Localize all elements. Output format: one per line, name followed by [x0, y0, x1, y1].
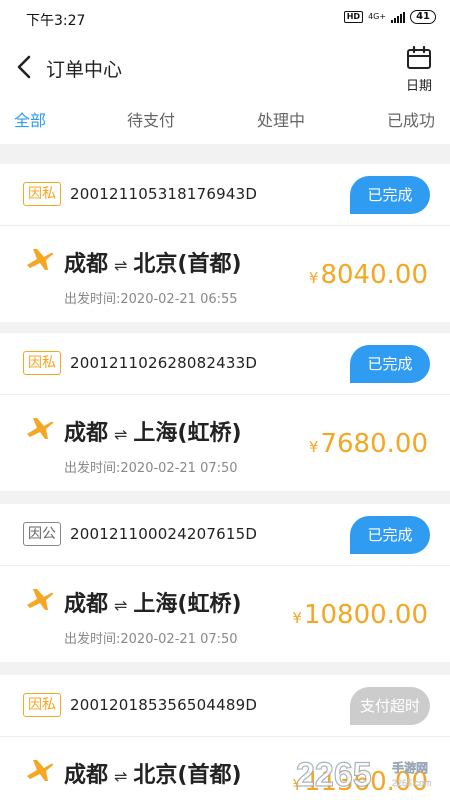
order-price: ¥7680.00 [308, 429, 428, 459]
round-trip-icon: ⇌ [114, 596, 128, 615]
status-bar: 下午3:27 HD 4G+ 41 [0, 0, 450, 38]
flight-route: 成都 ⇌ 北京(首都) [64, 246, 242, 278]
date-filter-button[interactable]: 日期 [402, 45, 436, 94]
airplane-icon [27, 418, 54, 439]
airplane-icon [27, 249, 54, 270]
order-number: 20012110002420761​5D [70, 525, 258, 543]
order-tabs: 全部 待支付 处理中 已成功 [0, 98, 450, 144]
signal-icon [391, 11, 406, 23]
order-number: 20012018535650448​9D [70, 696, 258, 714]
arrival-city: 北京(首都) [133, 763, 242, 788]
flight-route: 成都 ⇌ 北京(首都) [64, 757, 242, 789]
order-card-header: 因私 20012018535650448​9D 支付超时 [0, 675, 450, 737]
status-badge: 已完成 [350, 516, 430, 554]
app-header: 订单中心 日期 [0, 38, 450, 98]
departure-time: 出发时间:2020-02-21 07:50 [64, 632, 238, 647]
battery-icon: 41 [410, 10, 436, 24]
status-badge: 支付超时 [350, 687, 430, 725]
status-time: 下午3:27 [26, 13, 86, 29]
flight-route: 成都 ⇌ 上海(虹桥) [64, 586, 242, 618]
status-icons: HD 4G+ 41 [343, 10, 436, 24]
departure-city: 成都 [64, 592, 109, 617]
calendar-icon [407, 45, 431, 69]
arrival-city: 上海(虹桥) [133, 421, 242, 446]
departure-city: 成都 [64, 421, 109, 446]
tab-all[interactable]: 全部 [14, 107, 46, 131]
order-card-header: 因公 20012110002420761​5D 已完成 [0, 504, 450, 566]
arrival-city: 上海(虹桥) [133, 592, 242, 617]
order-price: ¥10800.00 [292, 600, 428, 630]
tab-pending-payment[interactable]: 待支付 [127, 107, 175, 131]
status-badge: 已完成 [350, 345, 430, 383]
departure-city: 成都 [64, 252, 109, 277]
back-button[interactable] [10, 52, 40, 82]
order-card[interactable]: 因私 20012110531817694​3D 已完成 成都 ⇌ 北京(首都) 出发… [0, 164, 450, 322]
airplane-icon [27, 589, 54, 610]
trip-type-tag: 因私 [23, 182, 61, 206]
trip-type-tag: 因私 [23, 351, 61, 375]
network-type: 4G+ [368, 12, 387, 21]
order-card[interactable]: 因公 20012110002420761​5D 已完成 成都 ⇌ 上海(虹桥) 出发… [0, 504, 450, 662]
round-trip-icon: ⇌ [114, 425, 128, 444]
departure-time: 出发时间:2020-02-21 07:50 [64, 461, 238, 476]
trip-type-tag: 因私 [23, 693, 61, 717]
departure-city: 成都 [64, 763, 109, 788]
order-number: 20012110531817694​3D [70, 185, 258, 203]
tab-succeeded[interactable]: 已成功 [387, 107, 435, 131]
order-card-body: 成都 ⇌ 上海(虹桥) 出发时间:2020-02-21 07:50 ¥7680.00 [0, 395, 450, 491]
order-price: ¥8040.00 [308, 260, 428, 290]
order-card-body: 成都 ⇌ 上海(虹桥) 出发时间:2020-02-21 07:50 ¥10800.0… [0, 566, 450, 662]
arrival-city: 北京(首都) [133, 252, 242, 277]
tab-processing[interactable]: 处理中 [257, 107, 305, 131]
hd-icon: HD [343, 11, 364, 23]
svg-text:2265: 2265 [296, 756, 372, 794]
svg-text:手游网: 手游网 [392, 760, 428, 775]
svg-text:2265.com: 2265.com [392, 778, 432, 788]
order-card-header: 因私 20012110531817694​3D 已完成 [0, 164, 450, 226]
flight-route: 成都 ⇌ 上海(虹桥) [64, 415, 242, 447]
round-trip-icon: ⇌ [114, 767, 128, 786]
watermark-logo: 2265 手游网 2265.com [295, 755, 432, 794]
page-title: 订单中心 [46, 59, 123, 81]
order-card-body: 成都 ⇌ 北京(首都) 出发时间:2020-02-21 06:55 ¥8040.00 [0, 226, 450, 322]
trip-type-tag: 因公 [23, 522, 61, 546]
date-label: 日期 [405, 79, 432, 94]
order-card-header: 因私 20012110262808243​3D 已完成 [0, 333, 450, 395]
order-number: 20012110262808243​3D [70, 354, 258, 372]
chevron-left-icon [17, 55, 31, 79]
status-badge: 已完成 [350, 176, 430, 214]
order-card[interactable]: 因私 20012110262808243​3D 已完成 成都 ⇌ 上海(虹桥) 出发… [0, 333, 450, 491]
departure-time: 出发时间:2020-02-21 06:55 [64, 292, 238, 307]
round-trip-icon: ⇌ [114, 256, 128, 275]
airplane-icon [27, 760, 54, 781]
